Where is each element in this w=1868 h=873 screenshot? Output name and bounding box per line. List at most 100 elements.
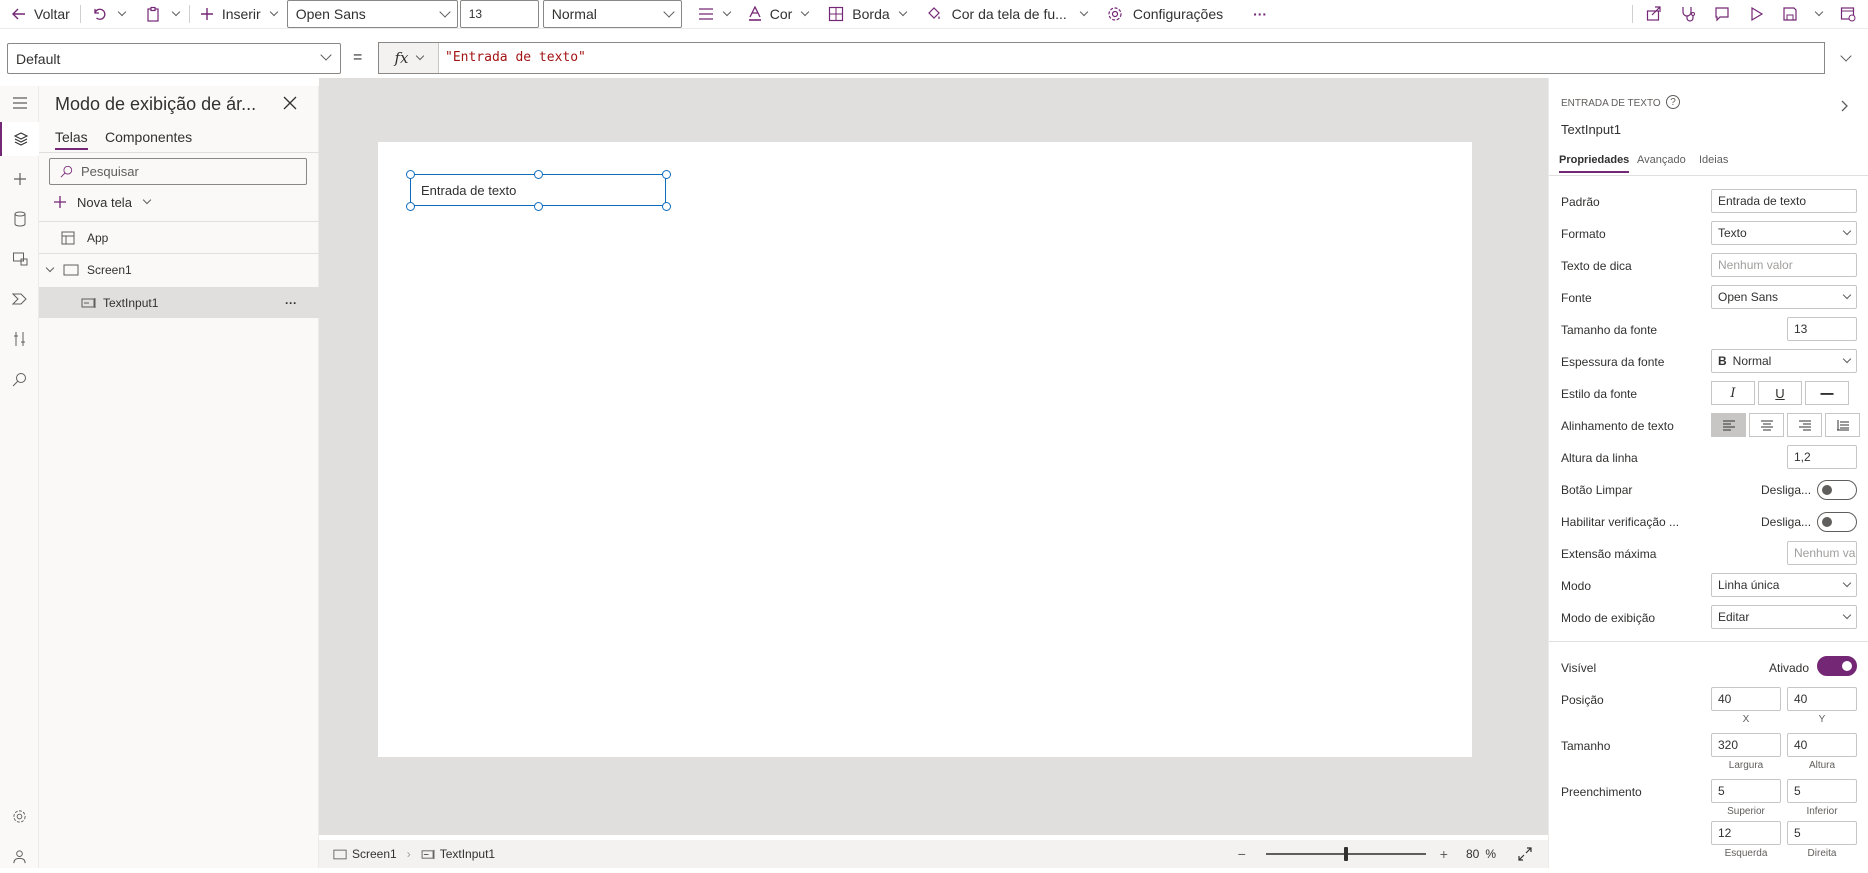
padding-bottom-input[interactable]: 5 (1787, 779, 1857, 803)
settings-rail-button[interactable] (0, 799, 39, 833)
tab-screens[interactable]: Telas (55, 129, 88, 150)
align-right-button[interactable] (1787, 413, 1822, 437)
font-dropdown[interactable]: Open Sans (1711, 285, 1857, 309)
share-button[interactable] (1637, 0, 1671, 29)
breadcrumb-screen[interactable]: Screen1 (333, 847, 397, 861)
font-weight-dropdown[interactable]: Normal (542, 0, 682, 28)
tab-advanced[interactable]: Avançado (1637, 154, 1686, 166)
underline-button[interactable]: U (1758, 381, 1802, 405)
new-screen-button[interactable]: Nova tela (53, 191, 152, 213)
fit-to-window-button[interactable] (1518, 847, 1532, 861)
chevron-down-icon (45, 263, 55, 273)
back-button[interactable]: Voltar (0, 0, 76, 29)
tree-view-button[interactable] (0, 122, 39, 156)
spellcheck-toggle[interactable] (1817, 512, 1857, 532)
italic-button[interactable]: I (1711, 381, 1755, 405)
fx-button[interactable]: fx (379, 43, 439, 73)
hint-text-input[interactable]: Nenhum valor (1711, 253, 1857, 277)
mode-dropdown[interactable]: Linha única (1711, 573, 1857, 597)
search-placeholder: Pesquisar (81, 164, 139, 179)
position-x-input[interactable]: 40 (1711, 687, 1781, 711)
max-length-input[interactable]: Nenhum val (1787, 541, 1857, 565)
display-mode-dropdown[interactable]: Editar (1711, 605, 1857, 629)
width-input[interactable]: 320 (1711, 733, 1781, 757)
search-rail-button[interactable] (0, 362, 39, 396)
media-button[interactable] (0, 242, 39, 276)
zoom-out-button[interactable]: − (1238, 846, 1246, 862)
property-dropdown[interactable]: Default (7, 43, 341, 74)
more-button[interactable]: ··· (1247, 0, 1273, 29)
strikethrough-button[interactable]: — (1805, 381, 1849, 405)
formula-editor[interactable]: fx "Entrada de texto" (378, 42, 1825, 74)
padding-right-input[interactable]: 5 (1787, 821, 1857, 845)
chevron-down-icon (801, 7, 810, 17)
zoom-slider[interactable] (1265, 846, 1426, 862)
insert-rail-button[interactable] (0, 162, 39, 196)
resize-handle[interactable] (406, 170, 415, 179)
expand-formula-button[interactable] (1834, 48, 1858, 68)
align-justify-button[interactable] (1825, 413, 1860, 437)
save-dropdown[interactable] (1807, 0, 1831, 29)
tab-components[interactable]: Componentes (105, 129, 192, 145)
fill-button[interactable]: Cor da tela de fu... (920, 0, 1093, 29)
resize-handle[interactable] (662, 170, 671, 179)
align-button[interactable] (692, 0, 736, 29)
tree-item-textinput1[interactable]: TextInput1 ··· (39, 287, 319, 318)
insert-button[interactable]: Inserir (194, 0, 283, 29)
settings-button[interactable]: Configurações (1101, 0, 1229, 29)
paste-dropdown[interactable] (167, 0, 185, 29)
padding-left-input[interactable]: 12 (1711, 821, 1781, 845)
resize-handle[interactable] (406, 202, 415, 211)
zoom-in-button[interactable]: + (1440, 846, 1448, 862)
padding-top-value: 5 (1718, 784, 1725, 798)
font-size-input[interactable]: 13 (459, 0, 539, 28)
clear-button-toggle[interactable] (1817, 480, 1857, 500)
control-name[interactable]: TextInput1 (1561, 122, 1621, 137)
font-weight-dropdown[interactable]: B Normal (1711, 349, 1857, 373)
tree-item-app[interactable]: App (39, 223, 319, 253)
tree-item-screen1[interactable]: Screen1 (39, 255, 319, 285)
help-icon[interactable]: ? (1666, 95, 1680, 109)
save-button[interactable] (1773, 0, 1807, 29)
app-checker-button[interactable] (1671, 0, 1705, 29)
paste-button[interactable] (139, 0, 167, 29)
comments-button[interactable] (1705, 0, 1739, 29)
more-options-icon[interactable]: ··· (285, 296, 297, 310)
align-center-icon (1760, 420, 1773, 431)
variables-button[interactable] (0, 322, 39, 356)
default-input[interactable]: Entrada de texto (1711, 189, 1857, 213)
tab-screens-label: Telas (55, 129, 88, 145)
font-size-input[interactable]: 13 (1787, 317, 1857, 341)
collapse-panel-button[interactable] (1841, 100, 1849, 115)
close-tree-button[interactable] (283, 96, 303, 116)
tab-properties[interactable]: Propriedades (1559, 154, 1630, 173)
power-automate-button[interactable] (0, 282, 39, 316)
preview-button[interactable] (1739, 0, 1773, 29)
tab-ideas[interactable]: Ideias (1699, 154, 1728, 166)
resize-handle[interactable] (662, 202, 671, 211)
border-button[interactable]: Borda (822, 0, 911, 29)
height-input[interactable]: 40 (1787, 733, 1857, 757)
align-center-button[interactable] (1749, 413, 1784, 437)
color-button[interactable]: Cor (742, 0, 815, 29)
padding-top-input[interactable]: 5 (1711, 779, 1781, 803)
screen-canvas[interactable]: Entrada de texto (378, 142, 1472, 757)
visible-toggle[interactable] (1817, 656, 1857, 676)
line-height-input[interactable]: 1,2 (1787, 445, 1857, 469)
data-button[interactable] (0, 202, 39, 236)
format-dropdown[interactable]: Texto (1711, 221, 1857, 245)
publish-button[interactable] (1831, 0, 1868, 29)
hamburger-button[interactable] (0, 86, 39, 120)
zoom-thumb[interactable] (1343, 847, 1348, 861)
position-y-input[interactable]: 40 (1787, 687, 1857, 711)
text-input-icon (421, 849, 435, 859)
align-left-button[interactable] (1711, 413, 1746, 437)
resize-handle[interactable] (534, 170, 543, 179)
resize-handle[interactable] (534, 202, 543, 211)
zoom-unit: % (1485, 847, 1496, 861)
undo-button[interactable] (85, 0, 113, 29)
breadcrumb-control[interactable]: TextInput1 (421, 847, 495, 861)
search-input[interactable]: Pesquisar (49, 158, 307, 185)
undo-dropdown[interactable] (113, 0, 131, 29)
font-family-dropdown[interactable]: Open Sans (286, 0, 458, 28)
